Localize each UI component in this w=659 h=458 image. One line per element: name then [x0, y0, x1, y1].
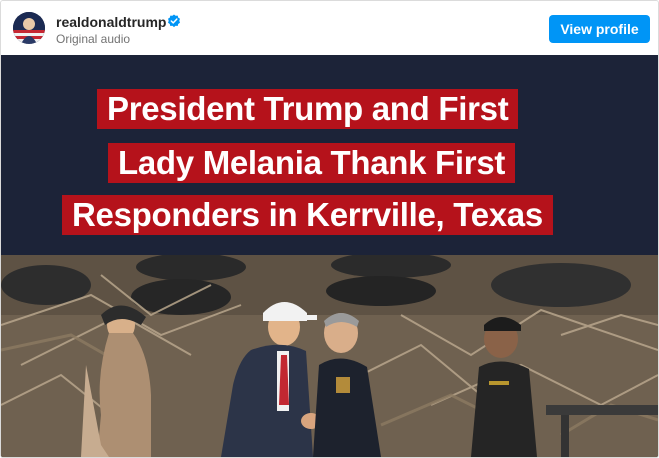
video-player[interactable]: President Trump and First Lady Melania T… — [1, 55, 658, 457]
verified-badge-icon — [168, 14, 180, 28]
instagram-embed-card: realdonaldtrump Original audio View prof… — [0, 0, 659, 458]
username[interactable]: realdonaldtrump — [56, 14, 166, 30]
view-profile-button[interactable]: View profile — [549, 15, 650, 43]
audio-label[interactable]: Original audio — [56, 32, 130, 46]
caption-line-3: Responders in Kerrville, Texas — [62, 195, 553, 235]
caption-line-2: Lady Melania Thank First — [108, 143, 516, 183]
caption-line-1: President Trump and First — [97, 89, 519, 129]
avatar-image — [13, 12, 45, 44]
post-header: realdonaldtrump Original audio View prof… — [1, 1, 658, 55]
profile-avatar[interactable] — [13, 12, 45, 44]
video-title-band: President Trump and First Lady Melania T… — [1, 55, 658, 255]
video-frame-scene — [1, 255, 658, 457]
